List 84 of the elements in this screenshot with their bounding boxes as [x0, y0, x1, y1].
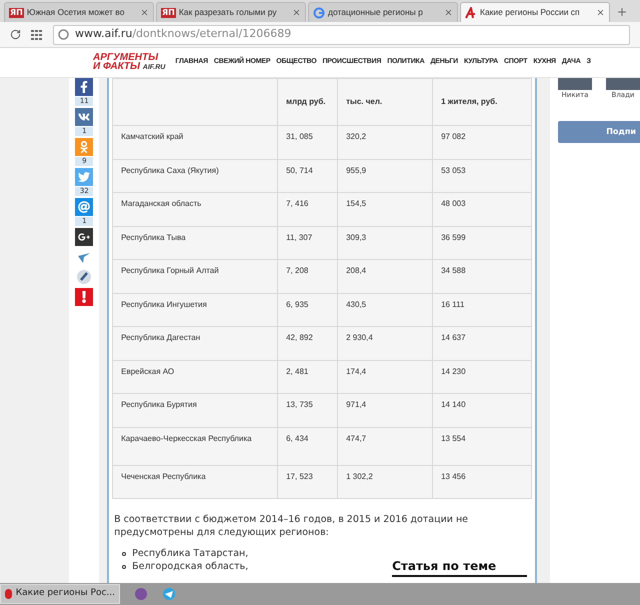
table-cell: Республика Тыва	[121, 232, 186, 242]
google-icon	[313, 6, 325, 18]
close-icon[interactable]	[444, 8, 453, 17]
table-cell: 14 140	[441, 400, 466, 409]
table-cell: 309,3	[346, 232, 366, 242]
table-cell: Республика Бурятия	[121, 400, 197, 409]
facebook-icon[interactable]	[75, 78, 94, 96]
table-cell: Республика Горный Алтай	[121, 266, 219, 275]
table-cell: 1 302,2	[346, 472, 373, 480]
tab-title: Южная Осетия может во	[26, 6, 126, 19]
table-cell: 971,4	[346, 400, 366, 409]
site-badge: ЯП	[161, 8, 176, 18]
reload-icon[interactable]	[10, 29, 21, 40]
browser-tab[interactable]: ЯП Как разрезать голыми ру	[156, 2, 306, 22]
table-cell: Магаданская область	[121, 199, 202, 208]
table-cell: 14 637	[441, 333, 466, 342]
close-icon[interactable]	[596, 8, 605, 17]
taskbar-window[interactable]: Какие регионы Рос...	[0, 584, 120, 604]
site-icon	[465, 6, 477, 18]
new-tab-icon[interactable]	[616, 6, 628, 18]
table-cell: 14 230	[441, 366, 466, 376]
table-cell: 208,4	[346, 266, 366, 275]
subscribe-button[interactable]: Подпи	[558, 120, 640, 142]
table-cell: 50, 714	[286, 166, 313, 174]
table-cell: 16 111	[441, 300, 464, 308]
bullet-icon	[122, 564, 126, 568]
apps-grid-icon[interactable]	[31, 30, 43, 40]
table-cell: 2, 481	[286, 366, 308, 376]
bullet-icon	[122, 552, 126, 556]
table-cell: Чеченская Республика	[121, 472, 206, 480]
table-cell: Республика Саха (Якутия)	[121, 166, 219, 174]
table-cell: 2 930,4	[346, 333, 373, 342]
table-cell: Еврейская АО	[121, 366, 174, 376]
browser-tab[interactable]: ЯП Южная Осетия может во	[4, 2, 154, 22]
vk-icon[interactable]	[75, 108, 94, 126]
table-cell: 7, 416	[286, 199, 308, 208]
close-icon[interactable]	[292, 8, 301, 17]
table-cell: Камчатский край	[121, 132, 184, 141]
site-badge: ЯП	[9, 8, 24, 18]
tab-title: Какие регионы России сп	[480, 6, 581, 19]
tab-title: дотационные регионы р	[328, 6, 424, 19]
list-item: Белгородская область,	[132, 560, 248, 573]
table-cell: 13, 735	[286, 400, 313, 409]
table-cell: 13 456	[441, 472, 466, 480]
column-header: 1 жителя, руб.	[441, 97, 498, 106]
table-cell: 34 588	[441, 266, 466, 275]
tab-title: Как разрезать голыми ру	[178, 6, 278, 19]
google-plus-icon[interactable]	[75, 228, 94, 246]
table-cell: 6, 935	[286, 300, 308, 308]
table-cell: 31, 085	[286, 132, 313, 141]
browser-tab[interactable]: Какие регионы России сп	[460, 2, 610, 22]
table-cell: 955,9	[346, 166, 366, 174]
table-cell: 6, 434	[286, 434, 308, 442]
table-cell: Карачаево-Черкесская Республика	[121, 434, 252, 442]
mail-icon[interactable]	[75, 198, 94, 216]
browser-tab[interactable]: дотационные регионы р	[308, 2, 458, 22]
table-cell: Республика Ингушетия	[121, 300, 207, 308]
article-paragraph: В соответствии с бюджетом 2014–16 годов, в 2015 и 2016 дотации не предусмотрены для следующих регионов:	[113, 513, 470, 539]
table-cell: 97 082	[441, 132, 466, 141]
alert-icon[interactable]	[75, 288, 94, 306]
table-cell: 154,5	[346, 199, 366, 208]
app-icon	[5, 589, 12, 599]
list-item: Республика Татарстан,	[132, 547, 248, 560]
table-cell: 36 599	[441, 232, 466, 242]
url-text: www.aif.ru/dontknows/eternal/1206689	[75, 26, 292, 42]
globe-icon	[58, 29, 69, 40]
paper-plane-icon[interactable]	[162, 587, 176, 601]
table-cell: 7, 208	[286, 266, 308, 275]
table-cell: 174,4	[346, 366, 366, 376]
table-cell: 474,7	[346, 434, 366, 442]
table-cell: 11, 307	[286, 232, 312, 242]
table-cell: Республика Дагестан	[121, 333, 200, 342]
table-cell: 17, 523	[286, 472, 313, 480]
close-icon[interactable]	[140, 8, 149, 17]
table-cell: 13 554	[441, 434, 466, 442]
address-bar[interactable]: www.aif.ru/dontknows/eternal/1206689	[53, 24, 630, 44]
column-header: тыс. чел.	[346, 97, 382, 106]
table-cell: 48 003	[441, 199, 466, 208]
table-cell: 320,2	[346, 132, 366, 141]
table-cell: 430,5	[346, 300, 366, 308]
related-heading: Статья по теме	[392, 558, 498, 575]
table-cell: 53 053	[441, 166, 466, 174]
table-cell: 42, 892	[286, 333, 313, 342]
column-header: млрд руб.	[286, 97, 326, 106]
